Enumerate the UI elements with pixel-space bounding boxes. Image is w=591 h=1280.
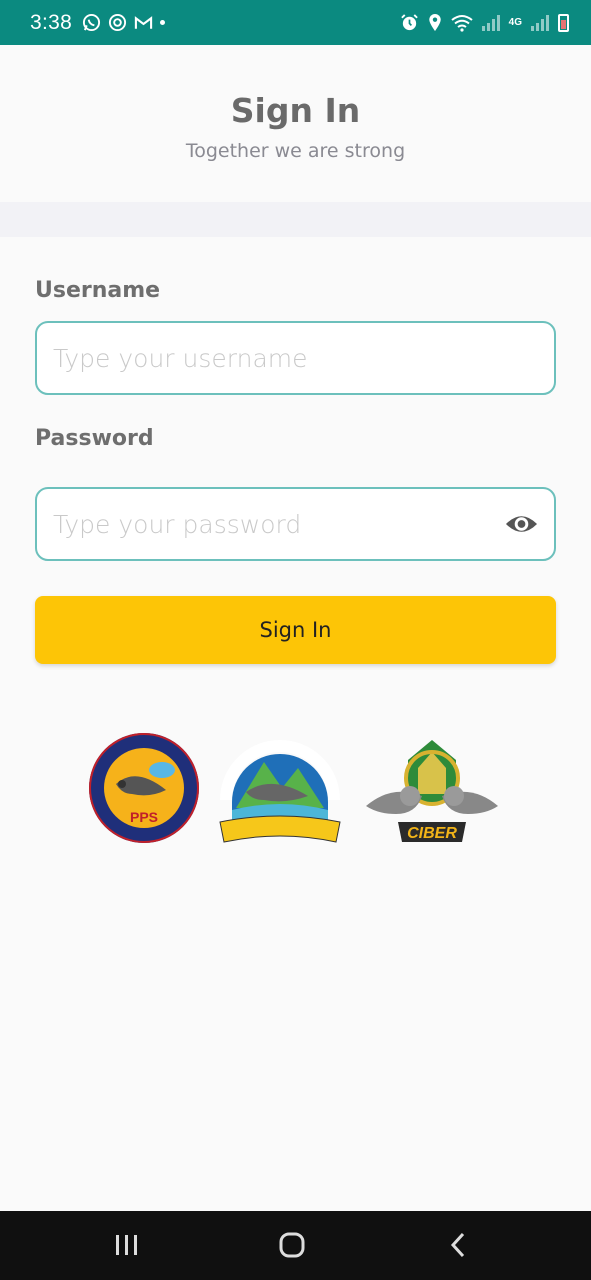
back-button[interactable]	[438, 1229, 478, 1261]
back-icon	[450, 1232, 465, 1258]
home-button[interactable]	[272, 1229, 312, 1261]
dot-icon	[160, 20, 166, 25]
nav-bar	[0, 1211, 591, 1280]
eye-icon[interactable]	[505, 511, 538, 537]
whatsapp-icon	[83, 13, 101, 32]
ciber-logo: CIBER	[366, 740, 498, 842]
gmail-icon	[134, 15, 153, 29]
alarm-icon	[400, 14, 418, 31]
status-time: 3:38	[30, 10, 73, 34]
password-label: Password	[35, 426, 154, 451]
recents-button[interactable]	[107, 1229, 147, 1261]
logo-row: PPS CIBER	[0, 732, 591, 852]
location-icon	[428, 13, 441, 32]
username-input[interactable]	[37, 323, 554, 393]
4g-icon: 4G	[508, 16, 522, 28]
wifi-icon	[451, 14, 473, 32]
recents-icon	[116, 1235, 137, 1255]
pps-logo: PPS	[89, 733, 199, 843]
status-bar: 3:38 4G	[0, 0, 591, 45]
sync-icon	[109, 13, 127, 32]
home-icon	[279, 1232, 305, 1258]
signal-icon	[531, 14, 549, 31]
header: Sign In Together we are strong	[0, 45, 591, 202]
password-field-box	[35, 487, 556, 561]
ciber-logo-text: CIBER	[407, 825, 457, 842]
sign-in-button[interactable]: Sign In	[35, 596, 556, 664]
page-subtitle: Together we are strong	[185, 140, 406, 162]
username-label: Username	[35, 278, 161, 303]
battery-icon	[558, 13, 569, 32]
password-input[interactable]	[37, 489, 554, 559]
page-title: Sign In	[230, 91, 361, 130]
username-field-box	[35, 321, 556, 395]
signal-icon	[481, 14, 500, 31]
porma-logo	[219, 740, 341, 843]
divider-band	[0, 202, 591, 237]
pps-logo-text: PPS	[130, 809, 158, 825]
